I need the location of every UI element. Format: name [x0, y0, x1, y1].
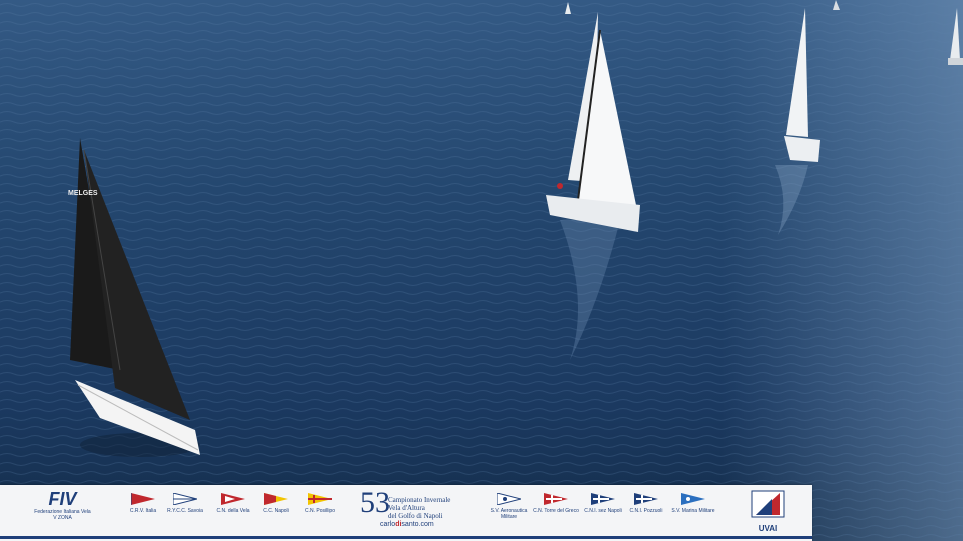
club-burgee: C.N. Posillipo	[300, 493, 340, 514]
club-name: C.N.I. sez Napoli	[584, 508, 622, 514]
club-name: S.V. Marina Militare	[671, 508, 715, 514]
event-logo: 53 Campionato Invernale Vela d'Altura de…	[360, 487, 450, 537]
uvai-logo: UVAI	[746, 489, 790, 533]
burgee-icon	[497, 493, 521, 505]
club-burgee: C.C. Napoli	[260, 493, 292, 514]
federation-zone: V ZONA	[53, 515, 72, 521]
fiv-logo: FIV Federazione Italiana Vela V ZONA	[30, 489, 95, 521]
sea-photo: MELGES	[0, 0, 963, 541]
club-burgee: C.N. Torre del Greco	[532, 493, 580, 514]
burgee-icon	[634, 493, 658, 505]
club-burgee: C.N.I. Pozzuoli	[626, 493, 666, 514]
club-name: C.N. Posillipo	[304, 508, 335, 514]
sponsor-footer: FIV Federazione Italiana Vela V ZONA C.R…	[0, 485, 812, 541]
uvai-label: UVAI	[758, 524, 778, 533]
event-title-3: del Golfo di Napoli	[388, 512, 443, 520]
club-name: R.Y.C.C. Savoia	[167, 508, 203, 514]
burgee-icon	[173, 493, 197, 505]
event-website: carlodisanto.com	[380, 521, 434, 528]
club-name: C.C. Napoli	[263, 508, 289, 514]
event-title-1: Campionato Invernale	[388, 496, 451, 504]
burgee-icon	[544, 493, 568, 505]
burgee-icon	[264, 493, 288, 505]
club-burgee: S.V. Marina Militare	[668, 493, 718, 514]
club-name: C.N. della Vela	[216, 508, 250, 514]
burgee-icon	[131, 493, 155, 505]
event-title-2: Vela d'Altura	[388, 504, 425, 512]
event-number: 53	[360, 486, 390, 519]
burgee-icon	[681, 493, 705, 505]
club-name: C.R.V. Italia	[129, 508, 157, 514]
burgee-icon	[221, 493, 245, 505]
fiv-mark: FIV	[48, 489, 77, 509]
club-name: C.N.I. Pozzuoli	[629, 508, 663, 514]
burgee-icon	[308, 493, 332, 505]
sail-logo: MELGES	[68, 190, 98, 197]
club-burgee: S.V. Aeronautica Militare	[488, 493, 530, 520]
uvai-emblem-icon	[751, 490, 785, 518]
club-name: C.N. Torre del Greco	[533, 508, 579, 514]
club-burgee: C.N.I. sez Napoli	[582, 493, 624, 514]
club-burgee: R.Y.C.C. Savoia	[166, 493, 204, 514]
footer-stripe	[0, 536, 812, 539]
club-name: S.V. Aeronautica Militare	[490, 508, 528, 520]
burgee-icon	[591, 493, 615, 505]
club-burgee: C.N. della Vela	[214, 493, 252, 514]
club-burgee: C.R.V. Italia	[128, 493, 158, 514]
